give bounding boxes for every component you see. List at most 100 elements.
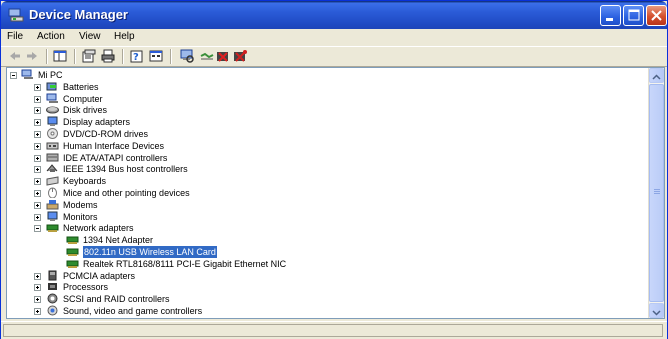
tree-item[interactable]: Batteries	[7, 81, 647, 93]
chevron-up-icon	[652, 74, 661, 80]
scrollbar-grip	[654, 191, 660, 192]
uninstall-icon[interactable]	[215, 48, 231, 64]
collapse-icon[interactable]	[34, 225, 41, 233]
tree-item-label: Computer	[63, 93, 103, 104]
mouse-icon	[48, 187, 57, 198]
menu-action[interactable]: Action	[37, 31, 65, 42]
scsi-icon	[47, 293, 58, 304]
expand-icon[interactable]	[34, 272, 41, 280]
scrollbar-thumb[interactable]	[649, 84, 664, 302]
tree-item-label: SCSI and RAID controllers	[63, 294, 170, 305]
scroll-up-button[interactable]	[649, 68, 664, 83]
pcmcia-icon	[48, 270, 57, 281]
tree-item[interactable]: Sound, video and game controllers	[7, 305, 647, 317]
tree-item-label: DVD/CD-ROM drives	[63, 129, 149, 139]
minimize-icon	[606, 18, 613, 21]
expand-icon[interactable]	[34, 284, 41, 292]
tree-item[interactable]: Network adapters	[7, 222, 647, 234]
tree-item[interactable]: Mi PC	[7, 69, 647, 81]
collapse-icon[interactable]	[10, 72, 17, 79]
scrollbar-grip	[654, 189, 660, 190]
cdrom-icon	[47, 128, 58, 139]
sound-icon	[47, 305, 58, 316]
scroll-down-button[interactable]	[649, 303, 664, 318]
device-tree[interactable]: Mi PC Batteries Computer Disk drives Display…	[7, 68, 650, 318]
expand-icon[interactable]	[34, 142, 41, 150]
toolbar: ?	[1, 46, 667, 67]
tree-item[interactable]: PCMCIA adapters	[7, 270, 647, 282]
tree-item[interactable]: Processors	[7, 281, 647, 293]
update-driver-icon[interactable]	[199, 48, 215, 64]
menu-file[interactable]: File	[7, 31, 23, 42]
expand-icon[interactable]	[34, 131, 41, 138]
monitor-icon	[47, 211, 58, 221]
expand-icon[interactable]	[34, 296, 41, 304]
expand-icon[interactable]	[34, 107, 41, 115]
title-bar[interactable]: Device Manager	[1, 1, 667, 29]
firewire-icon	[46, 164, 58, 173]
expand-icon[interactable]	[34, 95, 41, 103]
tree-item[interactable]: Human Interface Devices	[7, 140, 647, 152]
tree-item-label: IDE ATA/ATAPI controllers	[63, 152, 168, 163]
processor-icon	[48, 283, 57, 291]
tree-item[interactable]: Modems	[7, 199, 647, 211]
tree-item-label: Disk drives	[63, 105, 108, 116]
maximize-button[interactable]	[623, 5, 644, 26]
display-adapter-icon	[47, 116, 58, 127]
properties-icon[interactable]	[81, 48, 97, 64]
help-icon[interactable]: ?	[129, 48, 145, 64]
device-tree-panel: Mi PC Batteries Computer Disk drives Display…	[6, 67, 665, 319]
tree-item-label: Batteries	[63, 81, 99, 92]
modem-icon	[46, 199, 59, 210]
tree-item[interactable]: 1394 Net Adapter	[7, 234, 647, 246]
tree-item[interactable]: IDE ATA/ATAPI controllers	[7, 152, 647, 164]
expand-icon[interactable]	[34, 119, 41, 127]
tree-item[interactable]: Disk drives	[7, 104, 647, 116]
tree-item-label: Realtek RTL8168/8111 PCI-E Gigabit Ether…	[83, 258, 287, 269]
keyboard-icon	[46, 176, 59, 186]
show-hide-tree-icon[interactable]	[52, 48, 68, 64]
tree-item-label: PCMCIA adapters	[63, 270, 136, 281]
network-card-icon	[66, 260, 79, 268]
expand-icon[interactable]	[34, 154, 41, 162]
tree-item[interactable]: Monitors	[7, 211, 647, 223]
tree-item[interactable]: SCSI and RAID controllers	[7, 293, 647, 305]
tree-item[interactable]: DVD/CD-ROM drives	[7, 128, 647, 140]
forward-icon[interactable]	[24, 48, 40, 64]
tree-item-label: Processors	[63, 282, 109, 293]
tree-item[interactable]: Display adapters	[7, 116, 647, 128]
tree-item[interactable]: Realtek RTL8168/8111 PCI-E Gigabit Ether…	[7, 258, 647, 270]
network-card-icon	[66, 248, 79, 256]
scan-hardware-icon[interactable]	[179, 48, 195, 64]
tree-item[interactable]: Mice and other pointing devices	[7, 187, 647, 199]
tree-item-label: Display adapters	[63, 117, 131, 128]
disable-icon[interactable]	[232, 48, 248, 64]
hid-icon	[46, 142, 59, 150]
close-button[interactable]	[646, 5, 667, 26]
network-card-icon	[66, 236, 79, 245]
tree-item[interactable]: 802.11n USB Wireless LAN Card	[7, 246, 647, 258]
tree-item[interactable]: Computer	[7, 93, 647, 105]
tree-item[interactable]: IEEE 1394 Bus host controllers	[7, 163, 647, 175]
device-manager-window: Device Manager File Action View Help ? M…	[0, 0, 668, 339]
menu-help[interactable]: Help	[114, 31, 135, 42]
scrollbar-grip	[654, 193, 660, 194]
expand-icon[interactable]	[34, 213, 41, 221]
expand-icon[interactable]	[34, 178, 41, 186]
back-icon[interactable]	[7, 48, 23, 64]
expand-icon[interactable]	[34, 190, 41, 197]
minimize-button[interactable]	[600, 5, 621, 26]
menu-view[interactable]: View	[79, 31, 101, 42]
tree-item[interactable]: Keyboards	[7, 175, 647, 187]
computer-icon	[46, 93, 58, 103]
expand-icon[interactable]	[34, 201, 41, 209]
vertical-scrollbar[interactable]	[648, 68, 664, 318]
expand-icon[interactable]	[34, 308, 41, 315]
tree-item-label: Modems	[63, 199, 98, 210]
expand-icon[interactable]	[34, 166, 41, 174]
print-icon[interactable]	[100, 48, 116, 64]
window-title: Device Manager	[29, 7, 128, 22]
expand-icon[interactable]	[34, 83, 41, 91]
view-icon[interactable]	[148, 48, 164, 64]
disk-drive-icon	[46, 106, 59, 114]
